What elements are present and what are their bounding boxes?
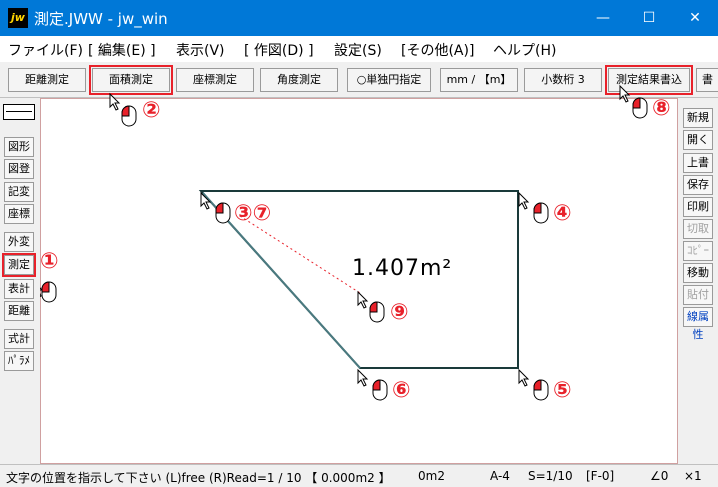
step-marker-8: ⑧ [652,96,671,121]
right-tool-palette: 新規 開く 上書 保存 印刷 切取 ｺﾋﾟｰ 移動 貼付 線属性 [678,98,718,464]
step-marker-9: ⑨ [390,300,409,325]
tool-symbol-change[interactable]: 記変 [4,182,34,202]
tool-figure[interactable]: 図形 [4,137,34,157]
line-attribute-button[interactable]: 線属性 [683,307,713,341]
cut-button[interactable]: 切取 [683,219,713,239]
area-result-label: 1.407m² [352,256,453,281]
tool-figure-register[interactable]: 図登 [4,159,34,179]
cursor-arrow-icon [32,84,631,387]
copy-button[interactable]: ｺﾋﾟｰ [683,241,713,261]
tool-external-change[interactable]: 外変 [4,232,34,252]
step-marker-3-7: ③⑦ [234,201,272,226]
file-save-button[interactable]: 保存 [683,175,713,195]
move-button[interactable]: 移動 [683,263,713,283]
tool-measure[interactable]: 測定 [2,253,36,277]
mouse-left-click-icon [41,97,648,401]
tool-distance[interactable]: 距離 [4,301,34,321]
paper-size[interactable]: A-4 [490,469,510,483]
zoom-indicator[interactable]: ×1 [684,469,702,483]
status-bar: 文字の位置を指示して下さい (L)free (R)Read=1 / 10 【 0… [0,464,718,487]
layer-indicator[interactable]: [F-0] [586,469,614,483]
step-marker-1: ① [40,249,59,274]
step-marker-2: ② [142,98,161,123]
file-overwrite-button[interactable]: 上書 [683,153,713,173]
tool-table-calc[interactable]: 表計 [4,279,34,299]
status-value: 0m2 [418,469,445,483]
step-marker-4: ④ [553,201,572,226]
file-new-button[interactable]: 新規 [683,108,713,128]
drawing-overlay [32,84,648,401]
step-marker-6: ⑥ [392,378,411,403]
paste-button[interactable]: 貼付 [683,285,713,305]
tool-formula-calc[interactable]: 式計 [4,329,34,349]
angle-indicator[interactable]: ∠0 [650,469,668,483]
file-open-button[interactable]: 開く [683,130,713,150]
status-message: 文字の位置を指示して下さい (L)free (R)Read=1 / 10 【 0… [6,471,391,485]
line-type-selector[interactable] [3,104,35,120]
tool-parameter[interactable]: ﾊﾟﾗﾒ [4,351,34,371]
scale-indicator[interactable]: S=1/10 [528,469,573,483]
step-marker-5: ⑤ [553,378,572,403]
tool-coordinate[interactable]: 座標 [4,204,34,224]
left-tool-palette: 図形 図登 記変 座標 外変 測定 表計 距離 式計 ﾊﾟﾗﾒ [0,98,40,464]
print-button[interactable]: 印刷 [683,197,713,217]
